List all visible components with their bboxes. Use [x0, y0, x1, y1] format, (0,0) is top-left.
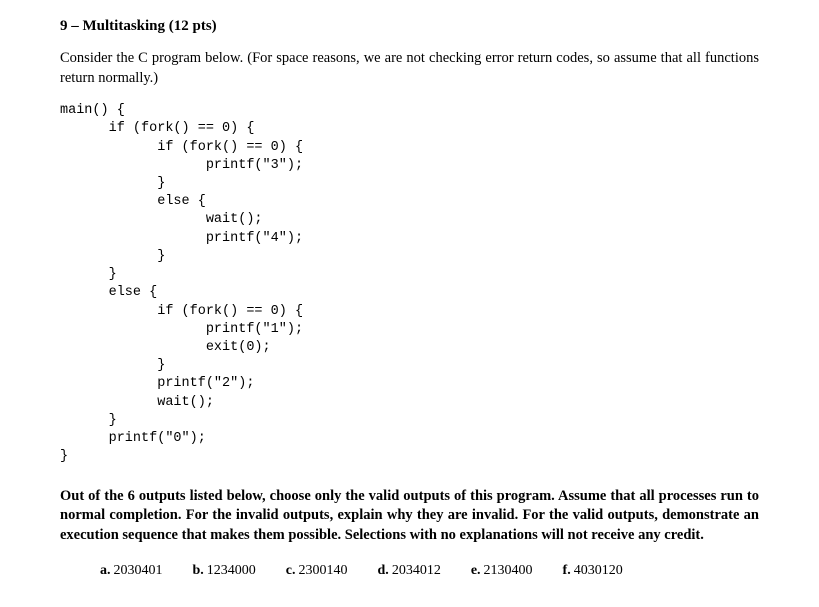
option-label: a. [100, 563, 111, 578]
answer-options: a.2030401 b.1234000 c.2300140 d.2034012 … [60, 563, 759, 579]
option-label: c. [286, 563, 296, 578]
question-intro: Consider the C program below. (For space… [60, 49, 759, 88]
document-page: 9 – Multitasking (12 pts) Consider the C… [0, 0, 819, 607]
option-value: 4030120 [574, 563, 623, 578]
question-title: 9 – Multitasking (12 pts) [60, 18, 759, 35]
option-label: e. [471, 563, 481, 578]
option-label: f. [563, 563, 571, 578]
code-block: main() { if (fork() == 0) { if (fork() =… [60, 102, 759, 466]
option-label: d. [378, 563, 389, 578]
option-value: 2034012 [392, 563, 441, 578]
option-f: f.4030120 [563, 563, 623, 579]
question-prompt: Out of the 6 outputs listed below, choos… [60, 487, 759, 546]
option-value: 1234000 [207, 563, 256, 578]
option-value: 2300140 [299, 563, 348, 578]
option-d: d.2034012 [378, 563, 441, 579]
option-value: 2130400 [484, 563, 533, 578]
option-b: b.1234000 [193, 563, 256, 579]
option-c: c.2300140 [286, 563, 348, 579]
option-a: a.2030401 [100, 563, 163, 579]
option-value: 2030401 [114, 563, 163, 578]
option-label: b. [193, 563, 204, 578]
option-e: e.2130400 [471, 563, 533, 579]
